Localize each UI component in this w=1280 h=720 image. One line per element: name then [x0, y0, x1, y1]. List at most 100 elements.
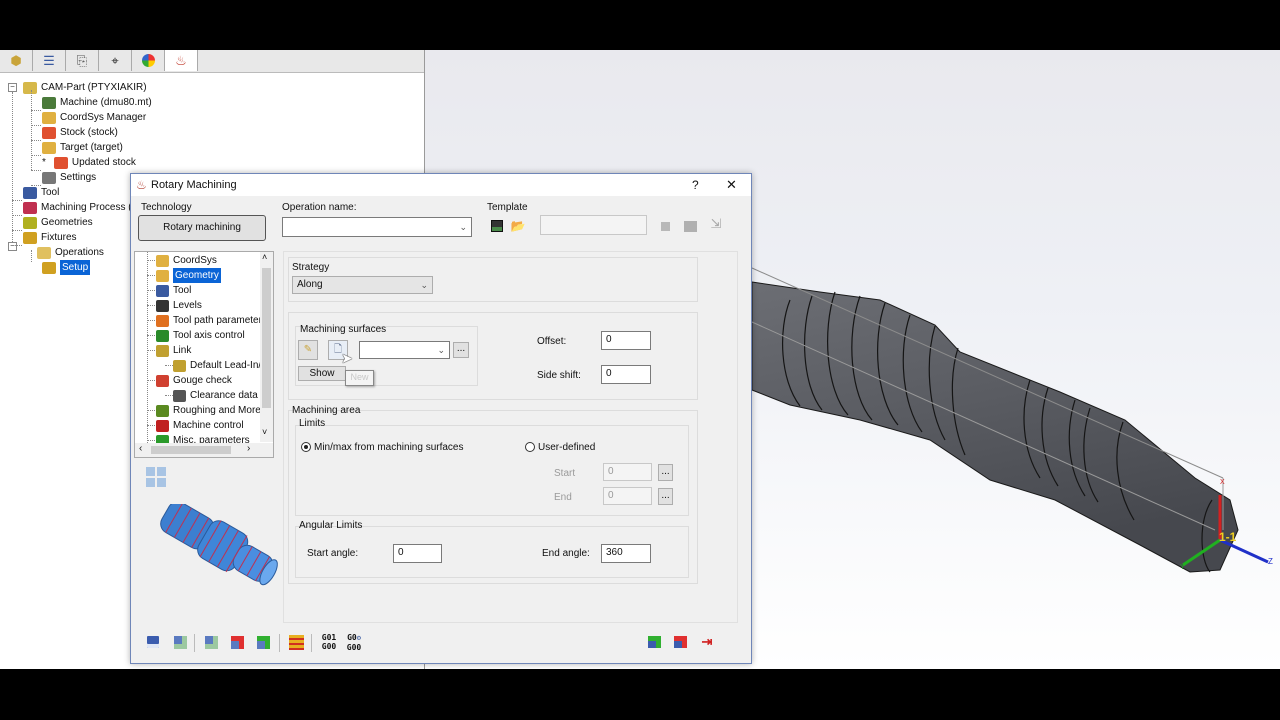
tab-property-manager[interactable]: ☰ [33, 50, 66, 71]
template-save-button[interactable] [487, 216, 507, 236]
scrollbar-thumb[interactable] [262, 268, 271, 408]
collapse-toggle[interactable]: − [8, 83, 17, 92]
layers-button[interactable] [286, 632, 306, 652]
save-calculate-simulate-button[interactable] [253, 632, 273, 652]
tree-item-fixtures[interactable]: Fixtures [23, 230, 77, 245]
template-action-1-button[interactable] [655, 216, 675, 236]
param-tree-item-geometry[interactable]: Geometry [156, 268, 221, 283]
tree-item-settings[interactable]: Settings [42, 170, 96, 185]
template-open-button[interactable]: 📂 [508, 216, 528, 236]
machining-surfaces-label: Machining surfaces [300, 324, 387, 335]
machining-surfaces-combo[interactable]: ⌄ [359, 341, 450, 359]
tree-item-tool[interactable]: Tool [23, 185, 59, 200]
tab-solidcam[interactable]: ♨ [165, 50, 198, 71]
save-and-exit-button[interactable] [644, 632, 664, 652]
template-field[interactable] [540, 215, 647, 235]
tool-icon [23, 186, 37, 199]
tree-item-machining-process-hc[interactable]: Machining Process (HC [23, 200, 146, 215]
save-calculate-all-button[interactable] [201, 632, 221, 652]
param-tree-item-gouge-check[interactable]: Gouge check [156, 373, 232, 388]
end-angle-input[interactable]: 360 [601, 544, 651, 563]
tree-line [31, 170, 41, 171]
param-tree-item-clearance-data[interactable]: Clearance data [173, 388, 258, 403]
save-add-icon [647, 636, 661, 648]
template-action-3-button[interactable]: ⇲ [706, 214, 726, 234]
strategy-select[interactable]: Along ⌄ [292, 276, 433, 294]
machining-surfaces-browse-button[interactable]: ... [453, 342, 469, 358]
tab-configuration[interactable]: ⎘ [66, 50, 99, 71]
end-browse-button[interactable]: ... [658, 488, 673, 505]
technology-button[interactable]: Rotary machining [138, 215, 266, 241]
param-tree-item-coordsys[interactable]: CoordSys [156, 253, 217, 268]
start-browse-button[interactable]: ... [658, 464, 673, 481]
save-button[interactable] [143, 632, 163, 652]
param-tree-item-tool-axis-control[interactable]: Tool axis control [156, 328, 245, 343]
end-input[interactable]: 0 [603, 487, 652, 505]
param-tree-item-label: Default Lead-In/ [190, 360, 262, 371]
tree-line [12, 92, 13, 242]
template-action-2-button[interactable] [680, 216, 700, 236]
hscrollbar-thumb[interactable] [151, 446, 231, 454]
simulate-button[interactable] [227, 632, 247, 652]
offset-input[interactable]: 0 [601, 331, 651, 350]
tree-item-operations[interactable]: Operations [37, 245, 104, 260]
show-button[interactable]: Show [298, 366, 346, 381]
tree-item-updated-stock[interactable]: * Updated stock [42, 155, 136, 170]
dialog-titlebar[interactable]: ♨ Rotary Machining ? ✕ [131, 174, 751, 196]
tree-vertical-scrollbar[interactable]: ˄ ˅ [260, 252, 273, 442]
chevron-down-icon: ⌄ [437, 345, 445, 355]
tree-item-geometries[interactable]: Geometries [23, 215, 93, 230]
param-tree-item-roughing-and-more[interactable]: Roughing and More [156, 403, 261, 418]
user-defined-radio[interactable] [525, 442, 535, 452]
tree-item-cam-part-ptyxiakir[interactable]: CAM-Part (PTYXIAKIR) [23, 80, 147, 95]
param-tree-item-label: Tool axis control [173, 330, 245, 341]
tree-item-coordsys-manager[interactable]: CoordSys Manager [42, 110, 146, 125]
gcode-button[interactable]: G01 G00 [318, 633, 340, 651]
tree-item-machine-dmu80-mt[interactable]: Machine (dmu80.mt) [42, 95, 152, 110]
start-angle-input[interactable]: 0 [393, 544, 442, 563]
side-shift-input[interactable]: 0 [601, 365, 651, 384]
scroll-up-icon[interactable]: ˄ [262, 252, 267, 262]
param-tree-item-label: Machine control [173, 420, 244, 431]
save-arrow-icon [673, 636, 687, 648]
save-calculate-button[interactable] [170, 632, 190, 652]
view-layout-icon[interactable] [146, 467, 166, 487]
operation-name-label: Operation name: [282, 202, 357, 213]
tree-line [31, 155, 41, 156]
param-tree-item-default-lead-in[interactable]: Default Lead-In/ [173, 358, 261, 373]
tree-line [165, 395, 173, 396]
gcode-settings-button[interactable]: G0⚙ G00 [343, 633, 365, 652]
user-defined-radio-label[interactable]: User-defined [538, 442, 595, 453]
save-and-next-button[interactable] [670, 632, 690, 652]
levels-icon [156, 299, 169, 312]
tree-item-setup[interactable]: Setup [42, 260, 91, 275]
fixtures-icon [23, 231, 37, 244]
help-button[interactable]: ? [692, 178, 699, 192]
param-tree-item-label: Clearance data [190, 390, 258, 401]
tree-item-target-target[interactable]: Target (target) [42, 140, 123, 155]
tree-line [31, 110, 41, 111]
scroll-left-icon[interactable]: ‹ [139, 443, 142, 454]
scroll-down-icon[interactable]: ˅ [262, 427, 267, 437]
param-tree-item-machine-control[interactable]: Machine control [156, 418, 244, 433]
exit-button[interactable]: ⇥ [697, 632, 717, 652]
operation-name-combo[interactable]: ⌄ [282, 217, 472, 237]
appearance-icon [141, 54, 155, 67]
minmax-radio[interactable] [301, 442, 311, 452]
start-input[interactable]: 0 [603, 463, 652, 481]
param-tree-item-tool-path-parameters[interactable]: Tool path parameters [156, 313, 267, 328]
tab-cam-part[interactable]: ⬢ [0, 50, 33, 71]
param-tree-item-link[interactable]: Link [156, 343, 191, 358]
tab-appearance[interactable] [132, 50, 165, 71]
close-button[interactable]: ✕ [726, 177, 737, 193]
tab-dimxpert[interactable]: ⌖ [99, 50, 132, 71]
collapse-toggle[interactable]: − [8, 242, 17, 251]
minmax-radio-label[interactable]: Min/max from machining surfaces [314, 442, 464, 453]
param-tree-item-tool[interactable]: Tool [156, 283, 191, 298]
tree-horizontal-scrollbar[interactable]: ‹ › [135, 443, 273, 457]
edit-surfaces-button[interactable]: ✎ [298, 340, 318, 360]
operation-preview-image [160, 504, 278, 586]
scroll-right-icon[interactable]: › [247, 443, 250, 454]
param-tree-item-levels[interactable]: Levels [156, 298, 202, 313]
tree-item-stock-stock[interactable]: Stock (stock) [42, 125, 118, 140]
